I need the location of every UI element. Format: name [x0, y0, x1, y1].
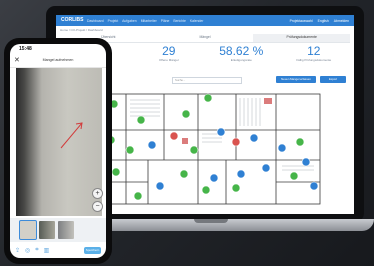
defect-marker[interactable] [136, 115, 146, 125]
nav-item-kalender[interactable]: Kalender [190, 19, 204, 23]
defect-marker[interactable] [111, 167, 121, 177]
export-button[interactable]: Export [320, 76, 346, 83]
status-bar: 15:48 [10, 44, 106, 54]
defect-marker[interactable] [277, 143, 287, 153]
thumbnail[interactable] [58, 221, 74, 239]
nav-item-projekt[interactable]: Projekt [108, 19, 119, 23]
nav-item-mitarbeiter[interactable]: Mitarbeiter [141, 19, 157, 23]
user-menu: Projektauswahl English Abmelden [290, 15, 349, 26]
defect-marker[interactable] [231, 183, 241, 193]
stat-value: 58.62 % [219, 44, 264, 58]
phone: 15:48 ✕ Mangel aufnehmen + − ⇪ ◎ ⌗ ▥ Spe… [4, 38, 112, 264]
defect-marker[interactable] [216, 127, 226, 137]
top-navbar: CORLIBS Dashboard Projekt Aufgaben Mitar… [56, 15, 354, 26]
add-defect-button[interactable]: Neuen Mangel erfassen [276, 76, 316, 83]
main-nav: Dashboard Projekt Aufgaben Mitarbeiter P… [87, 15, 203, 26]
defect-marker[interactable] [203, 93, 213, 103]
brand-logo[interactable]: CORLIBS [61, 16, 84, 25]
mobile-header: ✕ Mangel aufnehmen [10, 55, 106, 68]
tab-maengel[interactable]: Mängel [157, 34, 254, 42]
thumbnail[interactable] [19, 220, 37, 240]
stat-open-defects: 29 Offene Mängel [133, 44, 206, 74]
nav-item-berichte[interactable]: Berichte [173, 19, 185, 23]
defect-marker[interactable] [155, 181, 165, 191]
defect-marker[interactable] [209, 173, 219, 183]
defect-marker[interactable] [231, 137, 241, 147]
language-select[interactable]: English [318, 19, 329, 23]
crop-icon[interactable]: ⌗ [35, 247, 38, 254]
nav-item-plaene[interactable]: Pläne [161, 19, 170, 23]
defect-marker[interactable] [236, 169, 246, 179]
defect-photo[interactable] [16, 68, 102, 216]
thumbnail[interactable] [39, 221, 55, 239]
floor-plan[interactable] [86, 90, 324, 210]
mobile-app-screen: 15:48 ✕ Mangel aufnehmen + − ⇪ ◎ ⌗ ▥ Spe… [10, 44, 106, 258]
defect-marker[interactable] [147, 140, 157, 150]
delete-icon[interactable]: ▥ [44, 247, 50, 254]
laptop-notch [194, 219, 228, 223]
defect-marker[interactable] [133, 191, 143, 201]
project-select[interactable]: Projektauswahl [290, 19, 313, 23]
breadcrumb: Home / CO-Projekt / Dashboard [60, 28, 103, 32]
zoom-in-icon[interactable]: + [92, 188, 103, 199]
logout-link[interactable]: Abmelden [334, 19, 349, 23]
defect-marker[interactable] [169, 131, 179, 141]
zoom-out-icon[interactable]: − [92, 201, 103, 212]
stat-value: 29 [162, 44, 176, 58]
defect-marker[interactable] [309, 181, 319, 191]
stat-label: Fällig Prüfungsdokumente [296, 58, 332, 62]
stat-due-documents: 12 Fällig Prüfungsdokumente [278, 44, 351, 74]
photo-thumbnails [10, 218, 106, 242]
defect-marker[interactable] [181, 109, 191, 119]
share-icon[interactable]: ⇪ [15, 247, 20, 254]
defect-marker[interactable] [301, 157, 311, 167]
defect-marker[interactable] [201, 185, 211, 195]
nav-item-aufgaben[interactable]: Aufgaben [122, 19, 137, 23]
clock: 15:48 [19, 46, 32, 52]
tab-pruefungsdokumente[interactable]: Prüfungsdokumente [253, 34, 351, 42]
search-input[interactable]: Suche... [172, 77, 242, 84]
stat-value: 12 [307, 44, 321, 58]
defect-marker[interactable] [189, 145, 199, 155]
nav-item-dashboard[interactable]: Dashboard [87, 19, 104, 23]
defect-marker[interactable] [125, 145, 135, 155]
camera-icon[interactable]: ◎ [25, 247, 30, 254]
save-button[interactable]: Speichern [84, 247, 101, 254]
defect-marker[interactable] [261, 163, 271, 173]
defect-marker[interactable] [295, 137, 305, 147]
defect-marker[interactable] [289, 171, 299, 181]
stat-completion-rate: 58.62 % Erledigungsrate [205, 44, 278, 74]
defect-marker[interactable] [179, 169, 189, 179]
stat-label: Erledigungsrate [230, 58, 252, 62]
mobile-title: Mangel aufnehmen [42, 58, 74, 62]
defect-marker[interactable] [249, 133, 259, 143]
annotation-arrow-icon [60, 122, 83, 149]
stat-label: Offene Mängel [158, 58, 179, 62]
